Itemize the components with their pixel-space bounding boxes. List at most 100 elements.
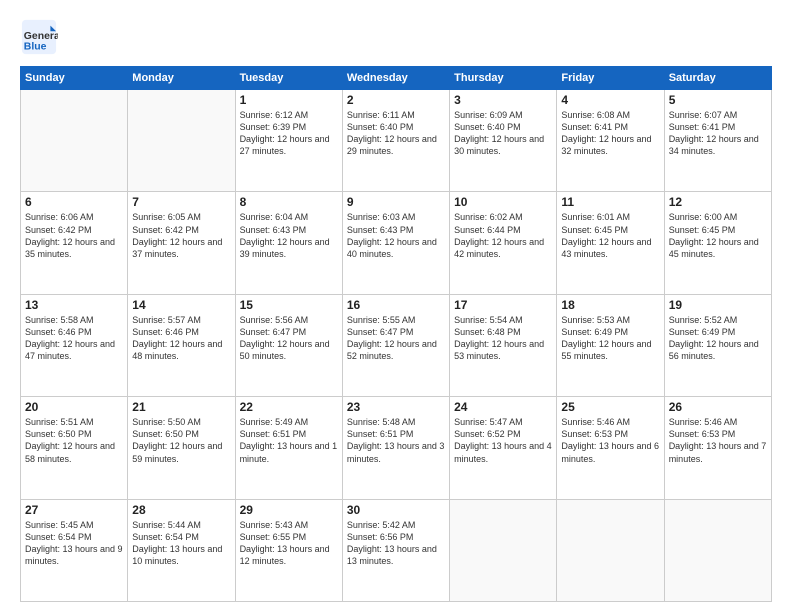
day-info: Sunrise: 5:52 AM Sunset: 6:49 PM Dayligh… bbox=[669, 314, 767, 363]
day-number: 25 bbox=[561, 400, 659, 414]
day-number: 27 bbox=[25, 503, 123, 517]
calendar-week-2: 6 Sunrise: 6:06 AM Sunset: 6:42 PM Daylig… bbox=[21, 192, 772, 294]
logo-icon: General Blue bbox=[20, 18, 58, 56]
calendar-cell: 3 Sunrise: 6:09 AM Sunset: 6:40 PM Daylig… bbox=[450, 90, 557, 192]
calendar-cell bbox=[557, 499, 664, 601]
calendar-cell: 11 Sunrise: 6:01 AM Sunset: 6:45 PM Dayli… bbox=[557, 192, 664, 294]
calendar-cell: 29 Sunrise: 5:43 AM Sunset: 6:55 PM Dayli… bbox=[235, 499, 342, 601]
day-number: 10 bbox=[454, 195, 552, 209]
day-info: Sunrise: 6:04 AM Sunset: 6:43 PM Dayligh… bbox=[240, 211, 338, 260]
calendar-header-row: SundayMondayTuesdayWednesdayThursdayFrid… bbox=[21, 67, 772, 90]
weekday-header-thursday: Thursday bbox=[450, 67, 557, 90]
calendar-cell: 2Sunrise: 6:11 AM Sunset: 6:40 PM Daylig… bbox=[342, 90, 449, 192]
day-number: 4 bbox=[561, 93, 659, 107]
calendar-week-4: 20 Sunrise: 5:51 AM Sunset: 6:50 PM Dayli… bbox=[21, 397, 772, 499]
calendar-cell: 30 Sunrise: 5:42 AM Sunset: 6:56 PM Dayli… bbox=[342, 499, 449, 601]
calendar-cell: 26 Sunrise: 5:46 AM Sunset: 6:53 PM Dayli… bbox=[664, 397, 771, 499]
day-number: 14 bbox=[132, 298, 230, 312]
day-info: Sunrise: 5:50 AM Sunset: 6:50 PM Dayligh… bbox=[132, 416, 230, 465]
day-info: Sunrise: 5:43 AM Sunset: 6:55 PM Dayligh… bbox=[240, 519, 338, 568]
calendar-cell: 12 Sunrise: 6:00 AM Sunset: 6:45 PM Dayli… bbox=[664, 192, 771, 294]
day-number: 5 bbox=[669, 93, 767, 107]
calendar-table: SundayMondayTuesdayWednesdayThursdayFrid… bbox=[20, 66, 772, 602]
calendar-cell: 8Sunrise: 6:04 AM Sunset: 6:43 PM Daylig… bbox=[235, 192, 342, 294]
day-info: Sunrise: 5:49 AM Sunset: 6:51 PM Dayligh… bbox=[240, 416, 338, 465]
weekday-header-sunday: Sunday bbox=[21, 67, 128, 90]
calendar-cell: 9Sunrise: 6:03 AM Sunset: 6:43 PM Daylig… bbox=[342, 192, 449, 294]
day-info: Sunrise: 5:42 AM Sunset: 6:56 PM Dayligh… bbox=[347, 519, 445, 568]
calendar-cell: 20 Sunrise: 5:51 AM Sunset: 6:50 PM Dayli… bbox=[21, 397, 128, 499]
day-number: 18 bbox=[561, 298, 659, 312]
day-info: Sunrise: 6:05 AM Sunset: 6:42 PM Dayligh… bbox=[132, 211, 230, 260]
day-info: Sunrise: 6:08 AM Sunset: 6:41 PM Dayligh… bbox=[561, 109, 659, 158]
day-number: 28 bbox=[132, 503, 230, 517]
day-info: Sunrise: 5:45 AM Sunset: 6:54 PM Dayligh… bbox=[25, 519, 123, 568]
calendar-cell: 17 Sunrise: 5:54 AM Sunset: 6:48 PM Dayli… bbox=[450, 294, 557, 396]
calendar-cell: 1 Sunrise: 6:12 AM Sunset: 6:39 PM Daylig… bbox=[235, 90, 342, 192]
calendar-cell: 28 Sunrise: 5:44 AM Sunset: 6:54 PM Dayli… bbox=[128, 499, 235, 601]
day-number: 11 bbox=[561, 195, 659, 209]
day-number: 15 bbox=[240, 298, 338, 312]
day-number: 1 bbox=[240, 93, 338, 107]
calendar-cell: 27 Sunrise: 5:45 AM Sunset: 6:54 PM Dayli… bbox=[21, 499, 128, 601]
calendar-cell bbox=[450, 499, 557, 601]
day-number: 22 bbox=[240, 400, 338, 414]
calendar-cell bbox=[128, 90, 235, 192]
day-number: 24 bbox=[454, 400, 552, 414]
calendar-cell: 4 Sunrise: 6:08 AM Sunset: 6:41 PM Daylig… bbox=[557, 90, 664, 192]
weekday-header-monday: Monday bbox=[128, 67, 235, 90]
day-info: Sunrise: 6:12 AM Sunset: 6:39 PM Dayligh… bbox=[240, 109, 338, 158]
day-info: Sunrise: 5:48 AM Sunset: 6:51 PM Dayligh… bbox=[347, 416, 445, 465]
day-info: Sunrise: 5:55 AM Sunset: 6:47 PM Dayligh… bbox=[347, 314, 445, 363]
day-number: 12 bbox=[669, 195, 767, 209]
day-number: 16 bbox=[347, 298, 445, 312]
day-number: 7 bbox=[132, 195, 230, 209]
weekday-header-tuesday: Tuesday bbox=[235, 67, 342, 90]
day-info: Sunrise: 6:03 AM Sunset: 6:43 PM Dayligh… bbox=[347, 211, 445, 260]
day-info: Sunrise: 5:44 AM Sunset: 6:54 PM Dayligh… bbox=[132, 519, 230, 568]
calendar-cell: 22 Sunrise: 5:49 AM Sunset: 6:51 PM Dayli… bbox=[235, 397, 342, 499]
day-info: Sunrise: 5:54 AM Sunset: 6:48 PM Dayligh… bbox=[454, 314, 552, 363]
calendar-cell: 16 Sunrise: 5:55 AM Sunset: 6:47 PM Dayli… bbox=[342, 294, 449, 396]
calendar-cell: 10Sunrise: 6:02 AM Sunset: 6:44 PM Dayli… bbox=[450, 192, 557, 294]
day-info: Sunrise: 6:11 AM Sunset: 6:40 PM Dayligh… bbox=[347, 109, 445, 158]
calendar-week-5: 27 Sunrise: 5:45 AM Sunset: 6:54 PM Dayli… bbox=[21, 499, 772, 601]
calendar-week-1: 1 Sunrise: 6:12 AM Sunset: 6:39 PM Daylig… bbox=[21, 90, 772, 192]
day-number: 20 bbox=[25, 400, 123, 414]
calendar-cell: 24 Sunrise: 5:47 AM Sunset: 6:52 PM Dayli… bbox=[450, 397, 557, 499]
svg-text:General: General bbox=[24, 31, 58, 42]
day-info: Sunrise: 5:58 AM Sunset: 6:46 PM Dayligh… bbox=[25, 314, 123, 363]
calendar-cell: 5 Sunrise: 6:07 AM Sunset: 6:41 PM Daylig… bbox=[664, 90, 771, 192]
calendar-cell: 15 Sunrise: 5:56 AM Sunset: 6:47 PM Dayli… bbox=[235, 294, 342, 396]
svg-text:Blue: Blue bbox=[24, 41, 47, 52]
calendar-cell: 7 Sunrise: 6:05 AM Sunset: 6:42 PM Daylig… bbox=[128, 192, 235, 294]
day-info: Sunrise: 5:47 AM Sunset: 6:52 PM Dayligh… bbox=[454, 416, 552, 465]
calendar-cell: 14Sunrise: 5:57 AM Sunset: 6:46 PM Dayli… bbox=[128, 294, 235, 396]
calendar-cell: 19 Sunrise: 5:52 AM Sunset: 6:49 PM Dayli… bbox=[664, 294, 771, 396]
day-number: 30 bbox=[347, 503, 445, 517]
day-info: Sunrise: 6:07 AM Sunset: 6:41 PM Dayligh… bbox=[669, 109, 767, 158]
day-number: 6 bbox=[25, 195, 123, 209]
day-number: 23 bbox=[347, 400, 445, 414]
day-info: Sunrise: 6:00 AM Sunset: 6:45 PM Dayligh… bbox=[669, 211, 767, 260]
logo: General Blue bbox=[20, 18, 58, 56]
day-info: Sunrise: 6:01 AM Sunset: 6:45 PM Dayligh… bbox=[561, 211, 659, 260]
day-info: Sunrise: 5:56 AM Sunset: 6:47 PM Dayligh… bbox=[240, 314, 338, 363]
calendar-cell: 18Sunrise: 5:53 AM Sunset: 6:49 PM Dayli… bbox=[557, 294, 664, 396]
weekday-header-friday: Friday bbox=[557, 67, 664, 90]
weekday-header-saturday: Saturday bbox=[664, 67, 771, 90]
day-info: Sunrise: 6:09 AM Sunset: 6:40 PM Dayligh… bbox=[454, 109, 552, 158]
day-number: 19 bbox=[669, 298, 767, 312]
day-info: Sunrise: 5:51 AM Sunset: 6:50 PM Dayligh… bbox=[25, 416, 123, 465]
calendar-cell: 25 Sunrise: 5:46 AM Sunset: 6:53 PM Dayli… bbox=[557, 397, 664, 499]
calendar-cell bbox=[21, 90, 128, 192]
page: General Blue SundayMondayTuesdayWednesda… bbox=[0, 0, 792, 612]
day-number: 17 bbox=[454, 298, 552, 312]
day-number: 3 bbox=[454, 93, 552, 107]
weekday-header-wednesday: Wednesday bbox=[342, 67, 449, 90]
day-number: 29 bbox=[240, 503, 338, 517]
day-info: Sunrise: 5:46 AM Sunset: 6:53 PM Dayligh… bbox=[669, 416, 767, 465]
day-info: Sunrise: 5:46 AM Sunset: 6:53 PM Dayligh… bbox=[561, 416, 659, 465]
day-info: Sunrise: 6:06 AM Sunset: 6:42 PM Dayligh… bbox=[25, 211, 123, 260]
day-number: 26 bbox=[669, 400, 767, 414]
